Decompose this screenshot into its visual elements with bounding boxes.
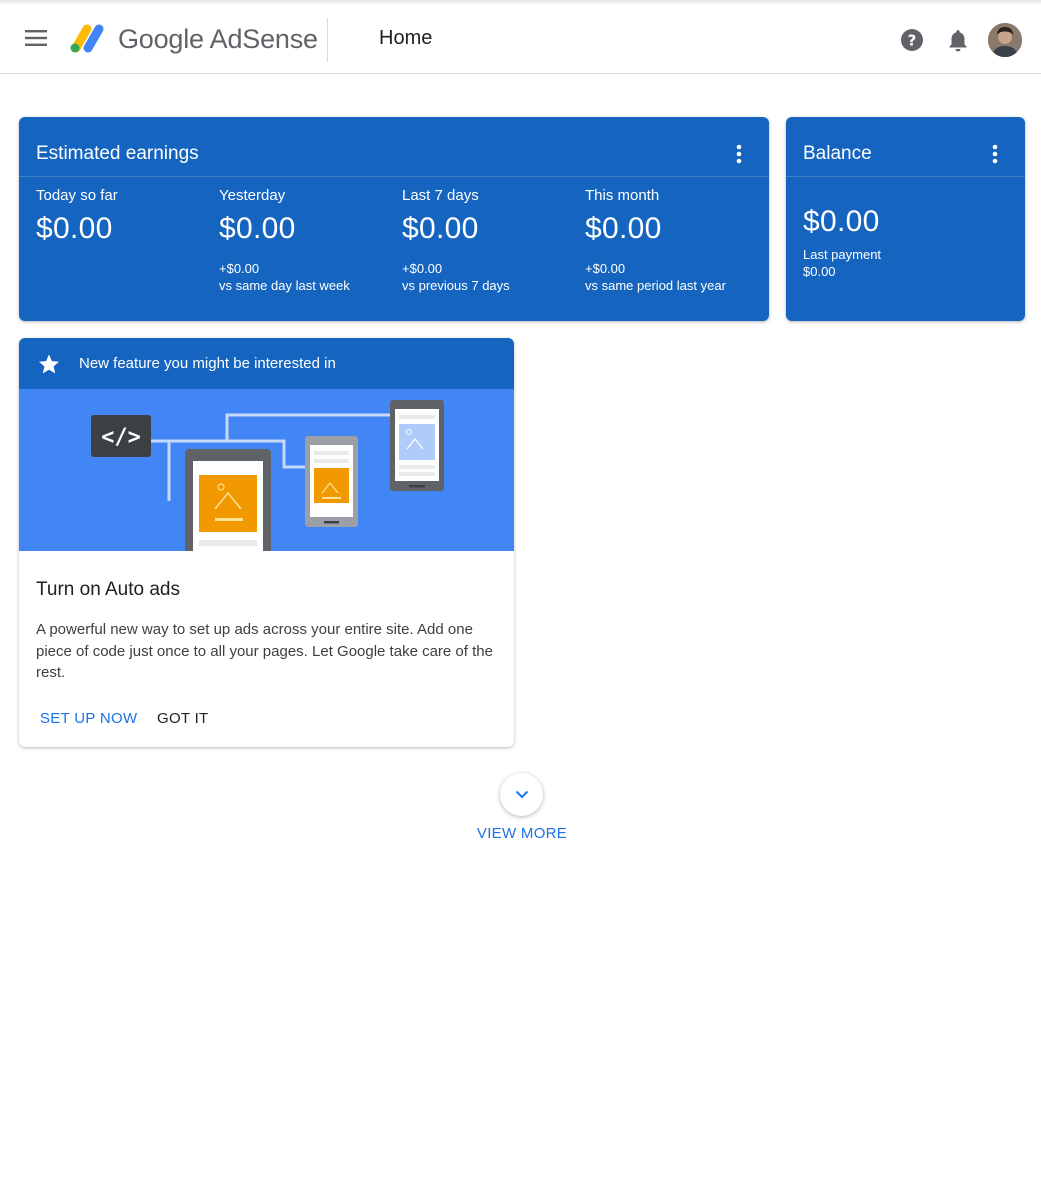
metric-value: $0.00 bbox=[36, 212, 113, 245]
feature-title: Turn on Auto ads bbox=[36, 579, 181, 600]
page-title: Home bbox=[379, 27, 433, 49]
metric-value: $0.00 bbox=[585, 212, 662, 245]
chevron-down-icon bbox=[515, 786, 529, 804]
menu-icon[interactable] bbox=[20, 22, 52, 54]
auto-ads-illustration: </> bbox=[19, 389, 514, 551]
got-it-button[interactable]: GOT IT bbox=[147, 706, 219, 731]
earnings-card-header: Estimated earnings bbox=[19, 117, 769, 177]
view-more-button[interactable] bbox=[500, 773, 543, 816]
metric-delta: +$0.00 bbox=[585, 261, 626, 276]
adsense-logo-icon[interactable] bbox=[69, 22, 107, 54]
balance-value: $0.00 bbox=[803, 205, 880, 238]
earnings-title: Estimated earnings bbox=[36, 143, 199, 164]
metric-last-7-days: Last 7 days $0.00 +$0.00 vs previous 7 d… bbox=[402, 187, 510, 294]
phone-device bbox=[305, 436, 358, 527]
metric-delta: +$0.00 bbox=[219, 261, 260, 276]
more-vert-icon[interactable] bbox=[729, 143, 749, 165]
metric-today: Today so far $0.00 bbox=[36, 187, 118, 246]
more-vert-icon[interactable] bbox=[985, 143, 1005, 165]
metric-label: This month bbox=[585, 187, 660, 204]
metric-delta: +$0.00 bbox=[402, 261, 443, 276]
app-header: Google AdSense Home ? bbox=[0, 6, 1041, 74]
product-name[interactable]: Google AdSense bbox=[118, 24, 318, 55]
bell-icon[interactable] bbox=[944, 26, 972, 54]
metric-comparison: vs same day last week bbox=[219, 278, 350, 293]
help-icon[interactable]: ? bbox=[898, 26, 926, 54]
balance-title: Balance bbox=[803, 143, 872, 164]
estimated-earnings-card: Estimated earnings Today so far $0.00 Ye… bbox=[19, 117, 769, 321]
feature-banner-text: New feature you might be interested in bbox=[79, 355, 336, 372]
tablet-device bbox=[185, 449, 271, 551]
metric-label: Last 7 days bbox=[402, 187, 479, 204]
metric-comparison: vs same period last year bbox=[585, 278, 726, 293]
header-divider bbox=[327, 18, 328, 62]
svg-text:</>: </> bbox=[101, 425, 141, 450]
metric-this-month: This month $0.00 +$0.00 vs same period l… bbox=[585, 187, 726, 294]
last-payment-value: $0.00 bbox=[803, 264, 836, 279]
avatar[interactable] bbox=[988, 23, 1022, 57]
feature-banner: New feature you might be interested in bbox=[19, 338, 514, 389]
phone-device-blue bbox=[390, 400, 444, 491]
code-icon: </> bbox=[91, 415, 151, 457]
feature-card: New feature you might be interested in <… bbox=[19, 338, 514, 747]
metric-label: Today so far bbox=[36, 187, 118, 204]
metric-comparison: vs previous 7 days bbox=[402, 278, 510, 293]
metric-value: $0.00 bbox=[402, 212, 479, 245]
set-up-now-button[interactable]: SET UP NOW bbox=[30, 706, 147, 731]
metric-yesterday: Yesterday $0.00 +$0.00 vs same day last … bbox=[219, 187, 350, 294]
balance-card-header: Balance bbox=[786, 117, 1025, 177]
svg-text:?: ? bbox=[908, 32, 917, 50]
balance-card: Balance $0.00 Last payment $0.00 bbox=[786, 117, 1025, 321]
view-more-link[interactable]: VIEW MORE bbox=[470, 825, 574, 842]
star-icon bbox=[37, 352, 61, 376]
metric-value: $0.00 bbox=[219, 212, 296, 245]
feature-description: A powerful new way to set up ads across … bbox=[36, 621, 493, 681]
metric-label: Yesterday bbox=[219, 187, 286, 204]
last-payment-label: Last payment bbox=[803, 247, 882, 262]
